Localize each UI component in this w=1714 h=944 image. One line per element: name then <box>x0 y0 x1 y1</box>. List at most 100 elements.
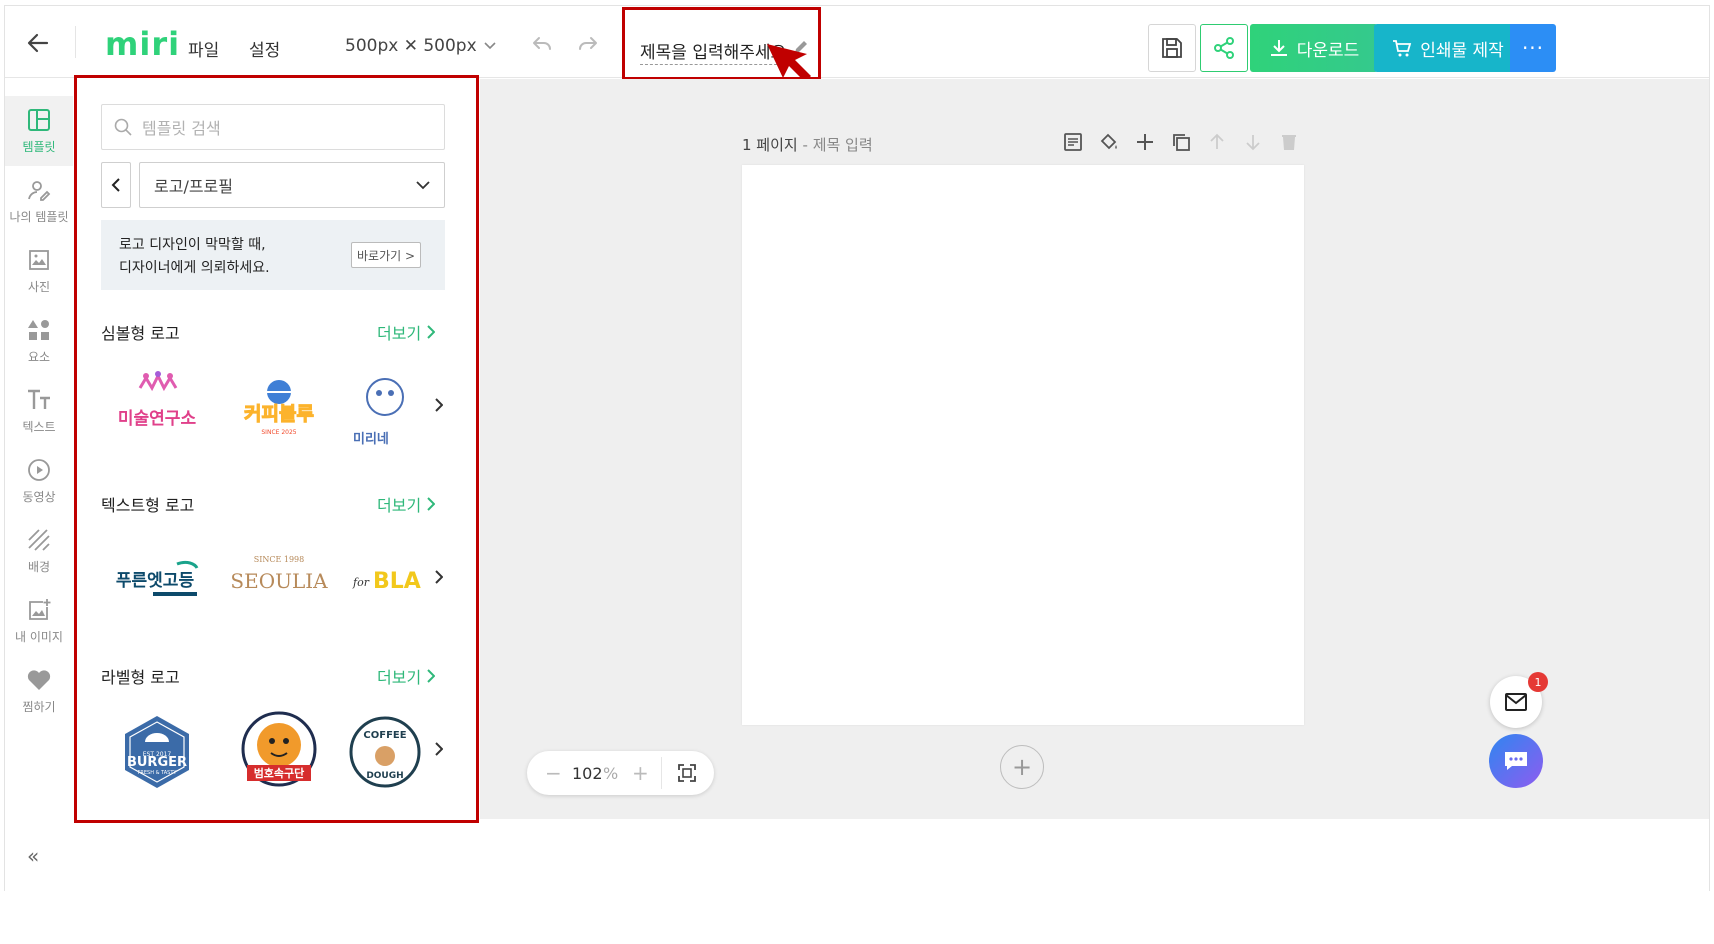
pattern-icon <box>28 528 50 551</box>
arrow-up-icon[interactable] <box>1206 131 1228 153</box>
fit-screen-icon <box>678 764 696 782</box>
rail-item-templates[interactable]: 템플릿 <box>5 96 73 166</box>
redo-icon <box>579 37 597 50</box>
symbol-logo-row: 미술연구소 커피블루 SINCE 2025 미리네 <box>101 358 445 458</box>
thumb-text: BLA <box>373 569 421 594</box>
carousel-next-button[interactable] <box>435 396 444 417</box>
template-thumb[interactable]: 푸른엣고등 <box>101 530 213 630</box>
rail-item-video[interactable]: 동영상 <box>5 446 73 516</box>
add-icon[interactable] <box>1134 131 1156 153</box>
rail-item-my-templates[interactable]: 나의 템플릿 <box>5 166 73 236</box>
miri-logo[interactable]: miri <box>105 25 180 63</box>
share-icon <box>1214 37 1234 59</box>
image-plus-icon <box>29 598 51 620</box>
mail-button[interactable]: 1 <box>1490 672 1548 728</box>
zoom-in-button[interactable]: + <box>632 761 649 785</box>
menu-file[interactable]: 파일 <box>188 36 219 61</box>
designer-request-banner: 로고 디자인이 막막할 때, 디자이너에게 의뢰하세요. 바로가기 > <box>101 220 445 290</box>
arrow-down-icon[interactable] <box>1242 131 1264 153</box>
rail-label: 배경 <box>27 559 51 574</box>
thumb-text: BURGER <box>127 755 187 770</box>
thumb-text: 미술연구소 <box>118 409 197 429</box>
category-label: 로고/프로필 <box>154 177 233 196</box>
rail-label: 사진 <box>27 279 51 294</box>
template-thumb[interactable]: BLA for <box>345 530 445 630</box>
search-icon <box>114 118 132 136</box>
template-thumb[interactable]: EST 2017 BURGER FRESH & TASTY <box>101 702 213 802</box>
rail-label: 내 이미지 <box>15 629 63 644</box>
collapse-panel-button[interactable]: « <box>27 844 39 868</box>
download-icon <box>1270 40 1287 56</box>
thumb-text: 커피블루 <box>244 403 314 425</box>
chevron-left-icon <box>111 178 120 192</box>
template-thumb[interactable]: 커피블루 SINCE 2025 <box>223 358 335 458</box>
rail-item-elements[interactable]: 요소 <box>5 306 73 376</box>
template-thumb[interactable]: 범호속구단 <box>223 702 335 802</box>
template-thumb[interactable]: 미술연구소 <box>101 358 213 458</box>
back-button[interactable] <box>23 28 53 58</box>
thumb-text: 범호속구단 <box>254 766 305 780</box>
text-icon <box>28 389 50 409</box>
chevron-right-icon <box>435 570 444 584</box>
template-thumb[interactable]: SINCE 1998 SEOULIA <box>223 530 335 630</box>
download-button[interactable]: 다운로드 <box>1250 24 1378 72</box>
chat-icon <box>1505 752 1527 770</box>
undo-icon <box>533 37 551 50</box>
trash-icon[interactable] <box>1278 131 1300 153</box>
carousel-next-button[interactable] <box>435 568 444 589</box>
heart-icon <box>27 669 51 690</box>
zoom-value[interactable]: 102 <box>572 764 603 783</box>
divider <box>75 26 76 58</box>
svg-text:DOUGH: DOUGH <box>366 771 403 781</box>
rail-item-my-images[interactable]: 내 이미지 <box>5 586 73 656</box>
banner-go-button[interactable]: 바로가기 > <box>351 242 421 268</box>
menu-settings[interactable]: 설정 <box>249 36 280 61</box>
redo-button[interactable] <box>577 34 601 58</box>
more-label: 더보기 <box>377 668 422 687</box>
shapes-icon <box>28 319 49 340</box>
editor-app: miri 파일 설정 500px ✕ 500px 제목을 입력해주세요. 다운로… <box>4 5 1710 891</box>
rail-item-photos[interactable]: 사진 <box>5 236 73 306</box>
fit-screen-button[interactable] <box>677 763 697 787</box>
thumb-text: SEOULIA <box>230 569 328 593</box>
thumb-text: 미리네 <box>353 431 389 447</box>
more-link-label[interactable]: 더보기 <box>377 664 436 688</box>
design-page[interactable] <box>742 165 1304 725</box>
template-search-input[interactable]: 템플릿 검색 <box>101 104 445 150</box>
rail-item-background[interactable]: 배경 <box>5 516 73 586</box>
cart-icon <box>1393 40 1412 57</box>
template-thumb[interactable]: 미리네 <box>345 358 445 458</box>
page-title-input[interactable]: 제목 입력 <box>813 136 873 154</box>
rail-item-text[interactable]: 텍스트 <box>5 376 73 446</box>
more-link-text[interactable]: 더보기 <box>377 492 436 516</box>
chat-button[interactable] <box>1489 734 1543 788</box>
annotation-arrow-icon <box>767 44 811 82</box>
duplicate-icon[interactable] <box>1170 131 1192 153</box>
undo-button[interactable] <box>529 34 553 58</box>
top-bar: miri 파일 설정 500px ✕ 500px 제목을 입력해주세요. 다운로… <box>5 6 1709 82</box>
more-label: 더보기 <box>377 324 422 343</box>
memo-icon[interactable] <box>1062 131 1084 153</box>
canvas-size-dropdown[interactable]: 500px ✕ 500px <box>345 36 497 56</box>
more-label: 더보기 <box>377 496 422 515</box>
add-page-button[interactable]: + <box>1000 745 1044 789</box>
chevron-right-icon <box>427 669 436 683</box>
image-icon <box>29 249 49 270</box>
save-button[interactable] <box>1148 24 1196 72</box>
category-dropdown[interactable]: 로고/프로필 <box>139 162 445 208</box>
paint-bucket-icon[interactable] <box>1098 131 1120 153</box>
template-thumb[interactable]: COFFEE DOUGH <box>345 702 445 802</box>
zoom-control: − 102 % + <box>527 751 714 795</box>
more-link-symbol[interactable]: 더보기 <box>377 320 436 344</box>
zoom-out-button[interactable]: − <box>545 761 562 785</box>
svg-text:for: for <box>352 576 370 589</box>
share-button[interactable] <box>1200 24 1248 72</box>
print-order-button[interactable]: 인쇄물 제작 <box>1374 24 1522 72</box>
text-logo-row: 푸른엣고등 SINCE 1998 SEOULIA BLA for <box>101 530 445 630</box>
carousel-next-button[interactable] <box>435 740 444 761</box>
play-icon <box>28 458 50 481</box>
more-options-button[interactable]: ··· <box>1510 24 1556 72</box>
category-back-button[interactable] <box>101 162 131 208</box>
rail-item-favorites[interactable]: 찜하기 <box>5 656 73 726</box>
chevron-right-icon <box>427 497 436 511</box>
